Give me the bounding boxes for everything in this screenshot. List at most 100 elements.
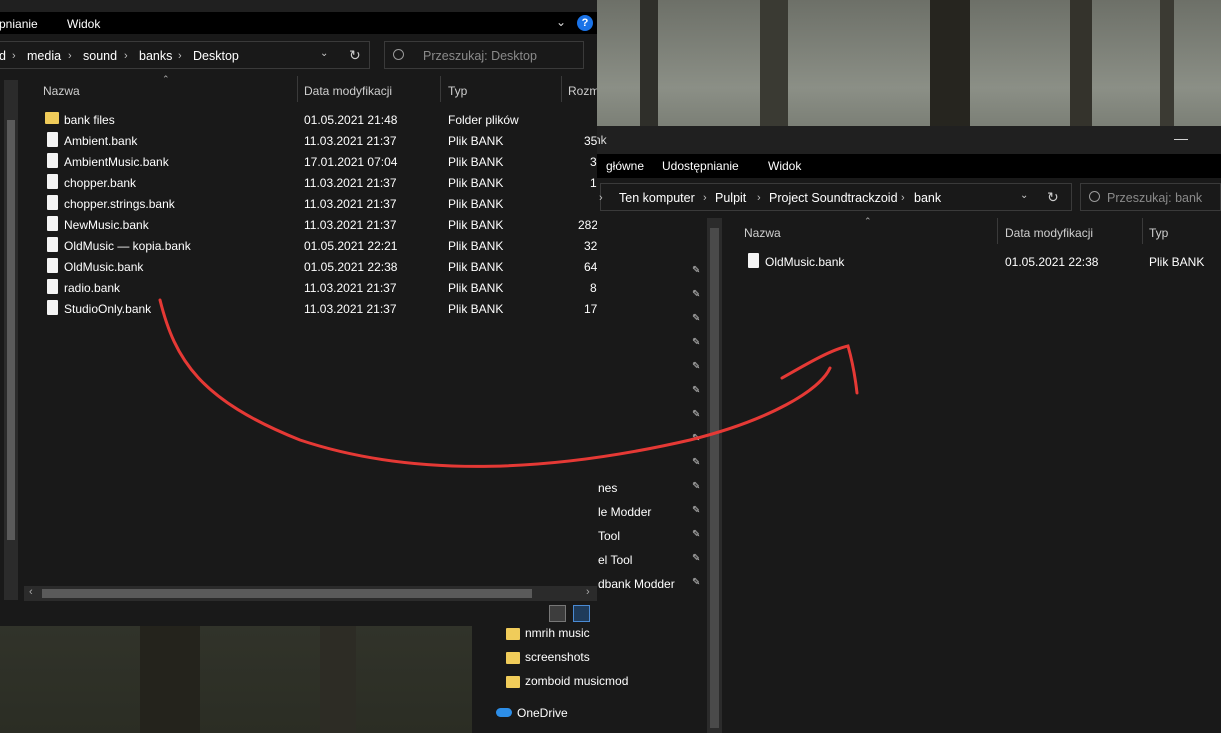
tab-share[interactable]: Udostępnianie <box>662 159 739 173</box>
file-row[interactable]: Ambient.bank 11.03.2021 21:37 Plik BANK … <box>24 130 597 151</box>
file-row[interactable]: OldMusic.bank 01.05.2021 22:38 Plik BANK <box>724 251 1221 272</box>
breadcrumb-item[interactable]: Project Soundtrackzoid <box>769 191 898 205</box>
nav-folder-nmrih[interactable]: nmrih music <box>506 625 706 645</box>
column-date[interactable]: Data modyfikacji <box>304 84 392 98</box>
column-name[interactable]: Nazwa <box>744 226 781 240</box>
column-name[interactable]: Nazwa <box>43 84 80 98</box>
column-divider[interactable] <box>561 76 562 102</box>
file-type: Plik BANK <box>448 134 504 148</box>
nav-item[interactable]: Tool <box>598 529 620 543</box>
nav-item[interactable]: dbank Modder <box>598 577 675 591</box>
scrollbar-thumb[interactable] <box>710 228 719 728</box>
chevron-right-icon: › <box>757 192 761 204</box>
breadcrumb-item[interactable]: Ten komputer <box>619 191 695 205</box>
nav-folder-screenshots[interactable]: screenshots <box>506 649 706 669</box>
nav-item[interactable]: le Modder <box>598 505 651 519</box>
tab-view[interactable]: Widok <box>768 159 801 173</box>
scrollbar-thumb[interactable] <box>42 589 532 598</box>
nav-folder-label: screenshots <box>525 650 590 664</box>
file-row[interactable]: OldMusic — kopia.bank 01.05.2021 22:21 P… <box>24 235 597 256</box>
tree-trunk <box>1070 0 1092 130</box>
file-row[interactable]: NewMusic.bank 11.03.2021 21:37 Plik BANK… <box>24 214 597 235</box>
search-box[interactable]: Przeszukaj: bank <box>1080 183 1221 211</box>
tree-trunk <box>930 0 970 130</box>
tab-home[interactable]: główne <box>606 159 644 173</box>
file-type: Plik BANK <box>448 197 504 211</box>
breadcrumb-item[interactable]: sound <box>83 49 117 63</box>
file-name: StudioOnly.bank <box>64 302 152 316</box>
pin-icon[interactable]: ✎ <box>692 409 700 420</box>
breadcrumb-item[interactable]: Desktop <box>193 49 239 63</box>
tree-trunk <box>320 620 356 733</box>
breadcrumb-item[interactable]: bank <box>914 191 941 205</box>
nav-scrollbar[interactable] <box>707 218 722 733</box>
file-row[interactable]: bank files 01.05.2021 21:48 Folder plikó… <box>24 109 597 130</box>
pin-icon[interactable]: ✎ <box>692 505 700 516</box>
file-row[interactable]: radio.bank 11.03.2021 21:37 Plik BANK 8 <box>24 277 597 298</box>
pin-icon[interactable]: ✎ <box>692 385 700 396</box>
file-type: Plik BANK <box>448 176 504 190</box>
scrollbar-thumb[interactable] <box>7 120 15 540</box>
pin-icon[interactable]: ✎ <box>692 529 700 540</box>
pin-icon[interactable]: ✎ <box>692 433 700 444</box>
search-box[interactable]: Przeszukaj: Desktop <box>384 41 584 69</box>
ribbon-tabs: pnianie Widok ⌄ ? <box>0 12 597 34</box>
scroll-left-icon[interactable]: ‹ <box>29 586 33 598</box>
tab-share[interactable]: pnianie <box>0 17 38 31</box>
pin-icon[interactable]: ✎ <box>692 337 700 348</box>
column-type[interactable]: Typ <box>1149 226 1168 240</box>
breadcrumb-item[interactable]: media <box>27 49 61 63</box>
nav-scrollbar[interactable] <box>4 80 18 600</box>
refresh-icon[interactable]: ↻ <box>1047 189 1059 206</box>
file-row[interactable]: chopper.strings.bank 11.03.2021 21:37 Pl… <box>24 193 597 214</box>
tab-view[interactable]: Widok <box>67 17 100 31</box>
file-icon <box>47 174 58 189</box>
file-row[interactable]: OldMusic.bank 01.05.2021 22:38 Plik BANK… <box>24 256 597 277</box>
help-icon[interactable]: ? <box>577 15 593 31</box>
tiles-view-icon[interactable] <box>573 605 590 622</box>
refresh-icon[interactable]: ↻ <box>349 47 361 64</box>
pin-icon[interactable]: ✎ <box>692 313 700 324</box>
pin-icon[interactable]: ✎ <box>692 361 700 372</box>
details-view-icon[interactable] <box>549 605 566 622</box>
breadcrumb-item[interactable]: banks <box>139 49 172 63</box>
file-type: Plik BANK <box>448 239 504 253</box>
nav-item[interactable]: el Tool <box>598 553 632 567</box>
nav-onedrive[interactable]: OneDrive <box>496 705 696 725</box>
chevron-down-icon[interactable]: ⌄ <box>1020 190 1028 201</box>
file-name: chopper.bank <box>64 176 137 190</box>
chevron-down-icon[interactable]: ⌄ <box>556 15 566 29</box>
tree-trunk <box>1160 0 1174 130</box>
column-divider[interactable] <box>440 76 441 102</box>
address-bar[interactable]: › Ten komputer › Pulpit › Project Soundt… <box>599 183 1072 211</box>
pin-icon[interactable]: ✎ <box>692 577 700 588</box>
column-divider[interactable] <box>297 76 298 102</box>
horizontal-scrollbar[interactable]: ‹ › <box>24 586 597 601</box>
column-size[interactable]: Rozm <box>568 84 597 98</box>
breadcrumb-item[interactable]: Pulpit <box>715 191 746 205</box>
nav-folder-label: zomboid musicmod <box>525 674 629 688</box>
pin-icon[interactable]: ✎ <box>692 457 700 468</box>
minimize-icon[interactable]: — <box>1174 130 1188 146</box>
address-bar[interactable]: d › media › sound › banks › Desktop ⌄ ↻ <box>0 41 370 69</box>
column-divider[interactable] <box>1142 218 1143 244</box>
pin-icon[interactable]: ✎ <box>692 265 700 276</box>
scroll-right-icon[interactable]: › <box>586 586 590 598</box>
nav-item[interactable]: nes <box>598 481 617 495</box>
chevron-right-icon: › <box>12 50 16 62</box>
pin-icon[interactable]: ✎ <box>692 289 700 300</box>
title-bar <box>0 0 597 12</box>
file-row[interactable]: StudioOnly.bank 11.03.2021 21:37 Plik BA… <box>24 298 597 319</box>
nav-folder-zomboid[interactable]: zomboid musicmod <box>506 673 706 693</box>
column-divider[interactable] <box>997 218 998 244</box>
pin-icon[interactable]: ✎ <box>692 553 700 564</box>
file-date: 11.03.2021 21:37 <box>304 134 397 148</box>
file-name: chopper.strings.bank <box>64 197 175 211</box>
file-row[interactable]: chopper.bank 11.03.2021 21:37 Plik BANK … <box>24 172 597 193</box>
breadcrumb-item[interactable]: d <box>0 49 6 63</box>
column-type[interactable]: Typ <box>448 84 467 98</box>
chevron-down-icon[interactable]: ⌄ <box>320 48 328 59</box>
file-row[interactable]: AmbientMusic.bank 17.01.2021 07:04 Plik … <box>24 151 597 172</box>
column-date[interactable]: Data modyfikacji <box>1005 226 1093 240</box>
pin-icon[interactable]: ✎ <box>692 481 700 492</box>
